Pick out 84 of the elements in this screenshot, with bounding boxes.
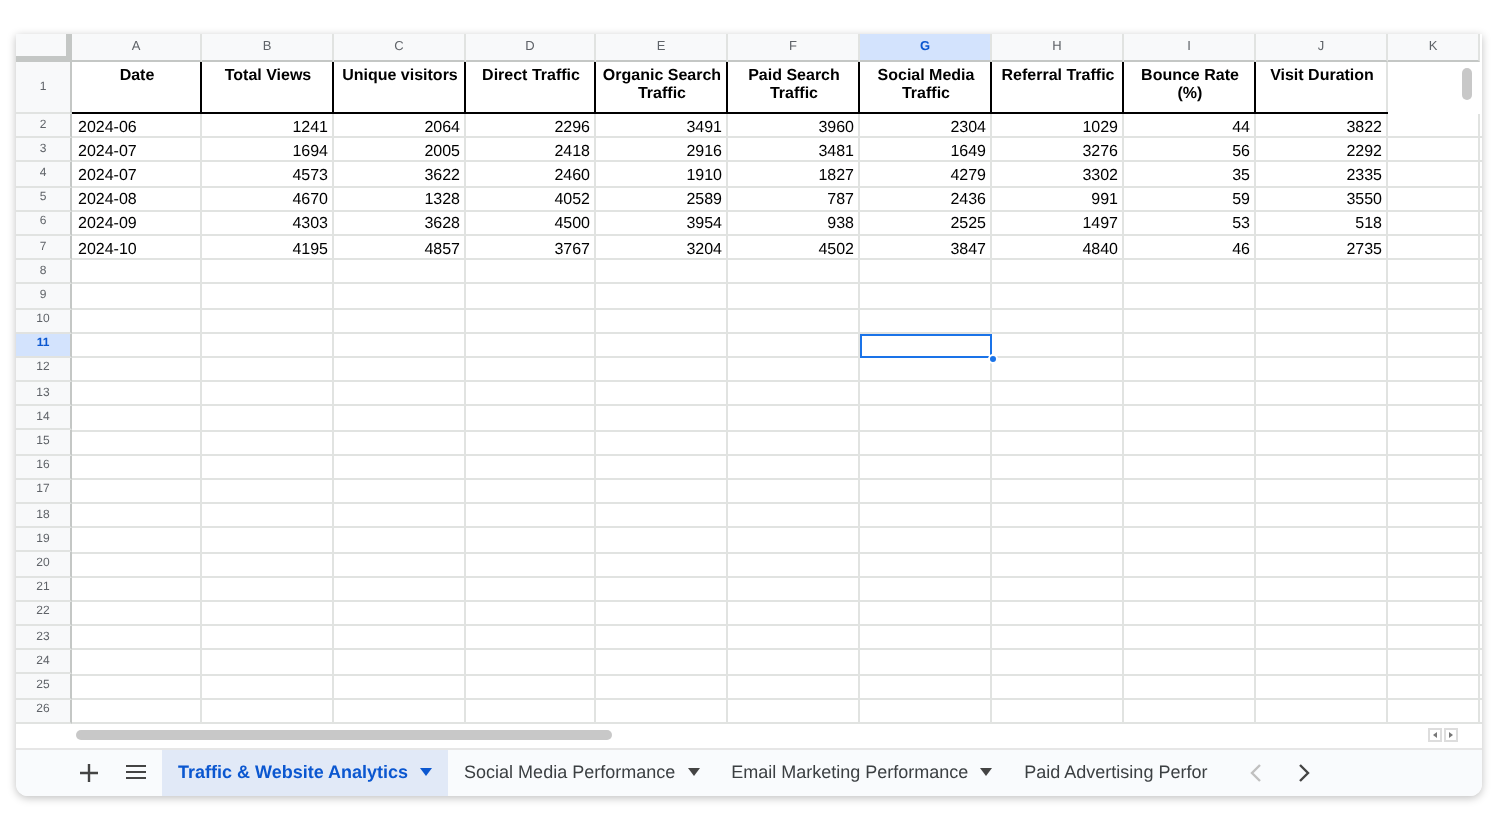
table-cell: 4500 xyxy=(554,214,590,233)
table-cell: 4502 xyxy=(818,239,854,258)
table-cell: 2024-06 xyxy=(78,117,137,136)
table-cell: 2916 xyxy=(686,141,722,160)
table-cell: 3960 xyxy=(818,117,854,136)
table-cell: 46 xyxy=(1232,239,1250,258)
table-cell: 2024-08 xyxy=(78,190,137,209)
table-cell: 518 xyxy=(1355,214,1382,233)
table-cell: 1497 xyxy=(1082,214,1118,233)
active-cell[interactable] xyxy=(860,333,992,358)
table-cell: 3276 xyxy=(1082,141,1118,160)
table-cell: 938 xyxy=(827,214,854,233)
header-cell: Visit Duration xyxy=(1270,66,1374,84)
header-cell-text: Paid Search Traffic xyxy=(746,66,842,102)
table-cell: 1328 xyxy=(424,190,460,209)
table-cell: 3550 xyxy=(1346,190,1382,209)
table-cell: 3491 xyxy=(686,117,722,136)
header-cell-text: Bounce Rate (%) xyxy=(1139,66,1241,102)
header-cell: Organic Search Traffic xyxy=(600,66,724,102)
table-cell: 3628 xyxy=(424,214,460,233)
table-cell: 1649 xyxy=(950,141,986,160)
table-cell: 3204 xyxy=(686,239,722,258)
table-cell: 3822 xyxy=(1346,117,1382,136)
table-cell: 3847 xyxy=(950,239,986,258)
table-cell: 4840 xyxy=(1082,239,1118,258)
table-cell: 1910 xyxy=(686,165,722,184)
table-cell: 2525 xyxy=(950,214,986,233)
table-cell: 35 xyxy=(1232,165,1250,184)
vertical-scrollbar[interactable] xyxy=(1462,68,1472,100)
table-cell: 2024-07 xyxy=(78,141,137,160)
table-cell: 4670 xyxy=(292,190,328,209)
table-cell: 4195 xyxy=(292,239,328,258)
table-cell: 2292 xyxy=(1346,141,1382,160)
table-cell: 3954 xyxy=(686,214,722,233)
sheet-tab[interactable]: Paid Advertising Perfor xyxy=(1008,749,1224,796)
table-cell: 4052 xyxy=(554,190,590,209)
chevron-right-icon xyxy=(1297,763,1310,782)
scroll-left-icon[interactable] xyxy=(1428,728,1442,743)
sheet-tab[interactable]: Email Marketing Performance xyxy=(715,749,1009,796)
table-cell: 2024-09 xyxy=(78,214,137,233)
table-cell: 56 xyxy=(1232,141,1250,160)
table-cell: 3481 xyxy=(818,141,854,160)
table-cell: 2064 xyxy=(424,117,460,136)
header-cell: Referral Traffic xyxy=(1001,66,1115,84)
scroll-right-icon[interactable] xyxy=(1444,728,1458,743)
header-cell: Date xyxy=(119,66,155,84)
table-cell: 1029 xyxy=(1082,117,1118,136)
header-cell: Unique visitors xyxy=(342,66,458,84)
table-cell: 991 xyxy=(1091,190,1118,209)
table-cell: 2304 xyxy=(950,117,986,136)
sheet-tab[interactable]: Traffic & Website Analytics xyxy=(162,749,449,796)
sheet-tab[interactable]: Social Media Performance xyxy=(448,749,716,796)
table-cell: 2735 xyxy=(1346,239,1382,258)
fill-handle[interactable] xyxy=(988,353,998,364)
table-cell: 59 xyxy=(1232,190,1250,209)
table-cell: 4573 xyxy=(292,165,328,184)
table-cell: 787 xyxy=(827,190,854,209)
table-cell: 2589 xyxy=(686,190,722,209)
table-cell: 1827 xyxy=(818,165,854,184)
table-cell: 53 xyxy=(1232,214,1250,233)
horizontal-scrollbar[interactable] xyxy=(76,730,612,741)
header-cell: Total Views xyxy=(224,66,312,84)
table-cell: 2436 xyxy=(950,190,986,209)
table-cell: 3302 xyxy=(1082,165,1118,184)
table-cell: 4857 xyxy=(424,239,460,258)
table-cell: 2296 xyxy=(554,117,590,136)
table-cell: 2005 xyxy=(424,141,460,160)
table-cell: 1694 xyxy=(292,141,328,160)
table-cell: 2460 xyxy=(554,165,590,184)
plus-icon xyxy=(79,763,97,782)
table-cell: 2024-07 xyxy=(78,165,137,184)
header-cell: Direct Traffic xyxy=(482,66,580,84)
header-cell-text: Social Media Traffic xyxy=(875,66,977,102)
table-cell: 2335 xyxy=(1346,165,1382,184)
table-cell: 1241 xyxy=(292,117,328,136)
table-cell: 4303 xyxy=(292,214,328,233)
menu-icon xyxy=(126,764,146,781)
table-cell: 4279 xyxy=(950,165,986,184)
table-cell: 3622 xyxy=(424,165,460,184)
table-cell: 2418 xyxy=(554,141,590,160)
table-cell: 44 xyxy=(1232,117,1250,136)
chevron-left-icon xyxy=(1249,763,1262,782)
table-cell: 3767 xyxy=(554,239,590,258)
table-cell: 2024-10 xyxy=(78,239,137,258)
